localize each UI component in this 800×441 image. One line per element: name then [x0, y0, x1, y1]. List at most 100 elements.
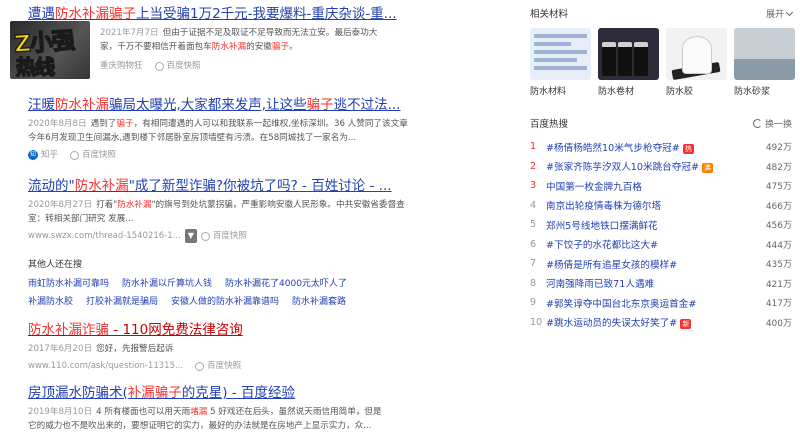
hot-rank: 10 — [530, 316, 543, 328]
result-abstract-2: 室：转相关部门研究 发展... — [28, 214, 134, 224]
hot-rank: 2 — [530, 160, 537, 172]
related-link[interactable]: 防水补漏套路 — [292, 293, 346, 311]
hot-item[interactable]: 3 中国第一枚金牌九百格 475万 — [530, 176, 792, 196]
result-meta: 重庆购物狂 百度快照 — [100, 59, 498, 73]
hot-count: 417万 — [765, 299, 792, 310]
logo-text-2: 热线 — [15, 54, 55, 79]
zhihu-icon: 知 — [28, 150, 38, 160]
hot-badge: 沸 — [702, 163, 714, 174]
result-meta: 知 知乎 百度快照 — [28, 148, 498, 162]
material-label: 防水材料 — [530, 87, 567, 97]
hot-count: 482万 — [765, 162, 792, 173]
doc-thumbnail-icon — [530, 28, 591, 80]
snapshot-icon — [154, 61, 164, 71]
result-abstract: 2021年7月7日 但由于证据不足及取证不足导致而无法立安。最后泰功大 — [100, 28, 378, 38]
hot-badge: 热 — [682, 143, 694, 154]
hot-item[interactable]: 10 #跳水运动员的失误太好笑了# 新 400万 — [530, 313, 792, 333]
result-url[interactable]: www.swzx.com/thread-1540216-1... — [28, 229, 181, 243]
snapshot-link[interactable]: 百度快照 — [167, 59, 201, 73]
result-abstract: 2017年6月20日 您好，先报警后起诉 — [28, 344, 174, 354]
hot-text[interactable]: #张家齐陈芋汐双人10米跳台夺冠# — [546, 162, 699, 173]
hot-search-title: 百度热搜 — [530, 119, 569, 130]
material-label: 防水胶 — [666, 87, 694, 97]
hot-text[interactable]: 南京出轮疫情毒株为德尔塔 — [546, 201, 661, 212]
result-abstract-2: 今年6月发现卫生间漏水,遇到楼下邻居卧室房顶墙壁有污渍。在58同城找了一家名为.… — [28, 133, 357, 143]
result-title[interactable]: 防水补漏诈骗 - 110网免费法律咨询 — [28, 320, 498, 340]
hot-rank: 3 — [530, 180, 537, 192]
refresh-button[interactable]: 换一换 — [752, 117, 792, 130]
result-meta: www.110.com/ask/question-11315... 百度快照 — [28, 359, 498, 373]
hot-search-list: 1 #杨倩杨皓然10米气步枪夺冠# 热 492万 2 #张家齐陈芋汐双人10米跳台夺冠#… — [530, 137, 792, 332]
related-link[interactable]: 打胶补漏就是骗局 — [86, 293, 158, 311]
material-card[interactable]: 防水材料 — [530, 28, 591, 98]
sidebar: 相关材料 展开 防水材料 防水卷材 防水胶 防水砂浆 百度热搜 换一换 1 #杨… — [530, 0, 795, 332]
hot-item[interactable]: 6 #下饺子的水花都比这大# 444万 — [530, 235, 792, 255]
related-link[interactable]: 防水补漏以斤算坑人钱 — [122, 275, 212, 293]
hot-count: 475万 — [765, 182, 792, 193]
hot-text[interactable]: 郑州5号线地铁口摆满鲜花 — [546, 221, 658, 232]
material-card[interactable]: 防水砂浆 — [734, 28, 795, 98]
chevron-down-icon — [785, 8, 794, 16]
hot-rank: 4 — [530, 199, 537, 211]
hot-count: 492万 — [765, 143, 792, 154]
snapshot-link[interactable]: 百度快照 — [213, 229, 247, 243]
result-url[interactable]: www.110.com/ask/question-11315... — [28, 359, 183, 373]
material-label: 防水砂浆 — [734, 87, 771, 97]
result-3: 流动的"防水补漏"成了新型诈骗?你被坑了吗? - 百姓讨论 - ... 2020… — [28, 176, 498, 243]
hot-text[interactable]: #郭笑谆夺中国台北东京奥运首金# — [546, 299, 696, 310]
result-title[interactable]: 汪暖防水补漏骗局太曝光,大家都来发声,让这些骗子逃不过法... — [28, 95, 498, 115]
hot-count: 400万 — [765, 318, 792, 329]
hot-text[interactable]: #杨倩杨皓然10米气步枪夺冠# — [546, 143, 680, 154]
hot-item[interactable]: 1 #杨倩杨皓然10米气步枪夺冠# 热 492万 — [530, 137, 792, 157]
hot-rank: 9 — [530, 297, 537, 309]
url-dropdown-icon[interactable]: ▼ — [184, 229, 197, 243]
result-title[interactable]: 房顶漏水防骗术(补漏骗子的克星) - 百度经验 — [28, 383, 498, 403]
hot-rank: 8 — [530, 277, 537, 289]
rolls-thumbnail-icon — [598, 28, 659, 80]
hot-text[interactable]: 河南强降雨已致71人遇难 — [546, 279, 654, 290]
refresh-icon — [752, 118, 762, 128]
hot-text[interactable]: 中国第一枚金牌九百格 — [546, 182, 642, 193]
related-link[interactable]: 补漏防水胶 — [28, 293, 73, 311]
hot-text[interactable]: #杨倩是所有追星女孩的模样# — [546, 260, 677, 271]
hot-item[interactable]: 5 郑州5号线地铁口摆满鲜花 456万 — [530, 215, 792, 235]
hot-search-header: 百度热搜 换一换 — [530, 114, 792, 132]
hot-rank: 1 — [530, 141, 537, 153]
result-abstract-2: 它的威力也不是吹出来的，要想证明它的实力，最好的办法就是在房地产上显示实力，众.… — [28, 421, 372, 431]
materials-list: 防水材料 防水卷材 防水胶 防水砂浆 — [530, 28, 795, 98]
hot-count: 466万 — [765, 201, 792, 212]
material-card[interactable]: 防水胶 — [666, 28, 727, 98]
result-source[interactable]: 重庆购物狂 — [100, 59, 143, 73]
hot-rank: 5 — [530, 219, 537, 231]
wall-thumbnail-icon — [734, 28, 795, 80]
snapshot-link[interactable]: 百度快照 — [82, 148, 116, 162]
hot-badge: 新 — [680, 319, 692, 330]
hot-item[interactable]: 2 #张家齐陈芋汐双人10米跳台夺冠# 沸 482万 — [530, 157, 792, 177]
related-link[interactable]: 防水补漏花了4000元太吓人了 — [225, 275, 347, 293]
hot-count: 456万 — [765, 221, 792, 232]
hot-count: 421万 — [765, 279, 792, 290]
hot-item[interactable]: 7 #杨倩是所有追星女孩的模样# 435万 — [530, 254, 792, 274]
hot-item[interactable]: 8 河南强降雨已致71人遇难 421万 — [530, 274, 792, 294]
hot-text[interactable]: #下饺子的水花都比这大# — [546, 240, 658, 251]
result-4: 防水补漏诈骗 - 110网免费法律咨询 2017年6月20日 您好，先报警后起诉 … — [28, 320, 498, 373]
result-2: 汪暖防水补漏骗局太曝光,大家都来发声,让这些骗子逃不过法... 2020年8月8… — [28, 95, 498, 162]
result-abstract: 2020年8月8日 遇到了骗子，有相同遭遇的人可以和我联系一起维权,坐标深圳。36… — [28, 119, 408, 129]
result-abstract: 2019年8月10日 4 所有楼面也可以用天雨堵漏 5 好戏还在后头，虽然说天雨信… — [28, 407, 382, 417]
hot-text[interactable]: #跳水运动员的失误太好笑了# — [546, 318, 677, 329]
material-label: 防水卷材 — [598, 87, 635, 97]
hot-rank: 7 — [530, 258, 537, 270]
result-title[interactable]: 遭遇防水补漏骗子上当受骗1万2千元-我要爆料-重庆杂谈-重... — [28, 4, 498, 24]
snapshot-icon — [195, 361, 205, 371]
hot-item[interactable]: 9 #郭笑谆夺中国台北东京奥运首金# 417万 — [530, 293, 792, 313]
related-link[interactable]: 雨虹防水补漏可靠吗 — [28, 275, 109, 293]
related-link[interactable]: 安徽人做的防水补漏靠谱吗 — [171, 293, 279, 311]
result-1: 遭遇防水补漏骗子上当受骗1万2千元-我要爆料-重庆杂谈-重... Z小强 热线 … — [10, 4, 498, 80]
snapshot-link[interactable]: 百度快照 — [207, 359, 241, 373]
hot-item[interactable]: 4 南京出轮疫情毒株为德尔塔 466万 — [530, 196, 792, 216]
material-card[interactable]: 防水卷材 — [598, 28, 659, 98]
result-title[interactable]: 流动的"防水补漏"成了新型诈骗?你被坑了吗? - 百姓讨论 - ... — [28, 176, 498, 196]
result-source[interactable]: 知乎 — [41, 148, 58, 162]
tape-thumbnail-icon — [666, 28, 727, 80]
expand-button[interactable]: 展开 — [766, 7, 794, 20]
